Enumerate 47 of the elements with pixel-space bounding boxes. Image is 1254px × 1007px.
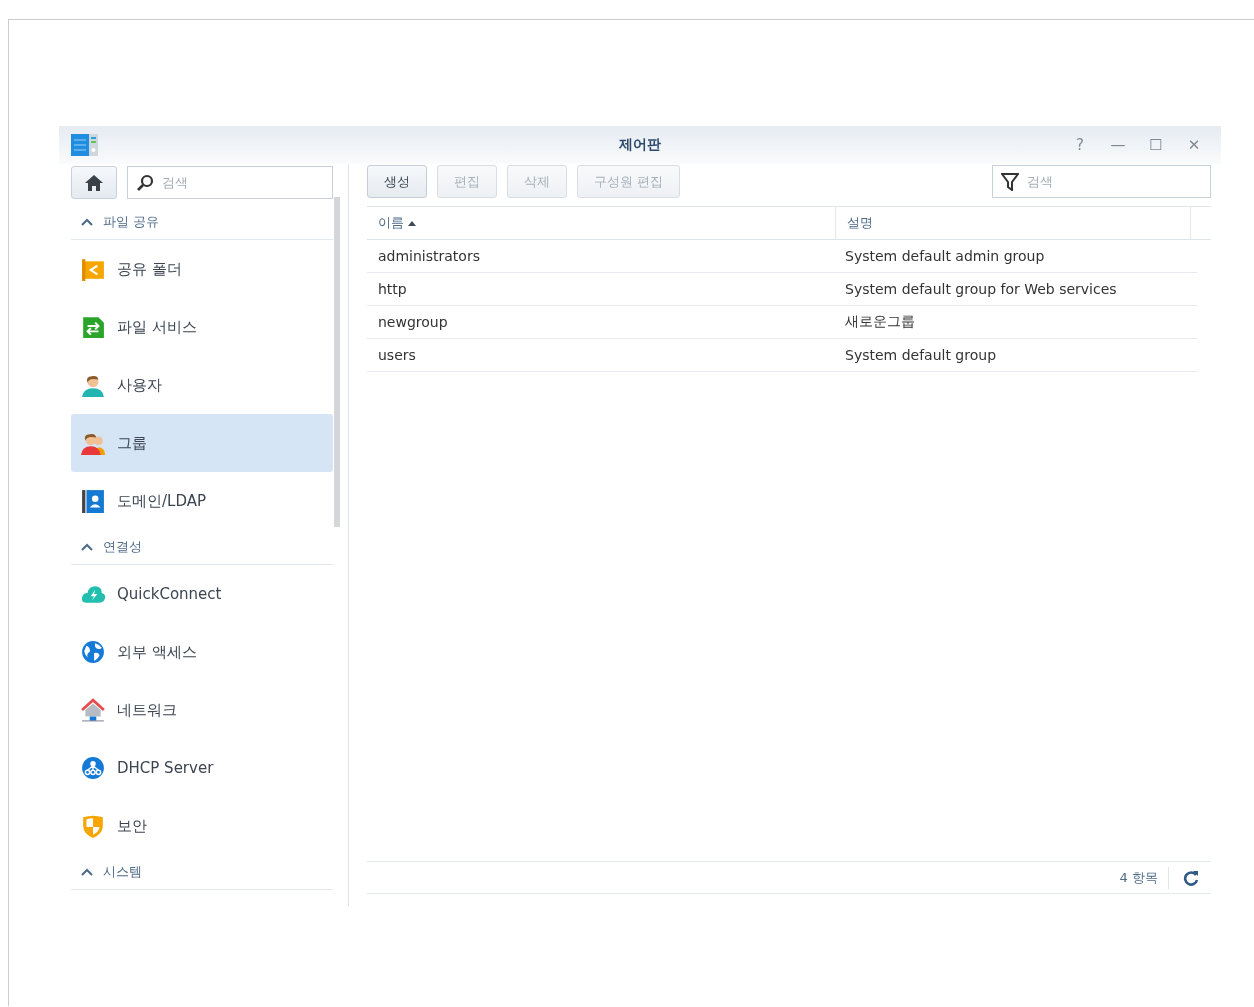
file-transfer-icon <box>81 315 105 339</box>
collapse-caret-icon[interactable] <box>81 868 93 876</box>
filter-icon <box>1001 173 1019 191</box>
sidebar-item[interactable]: 보안 <box>71 797 333 855</box>
section-header: 시스템 <box>103 863 142 881</box>
table-cell-text: users <box>377 347 417 363</box>
sidebar-item[interactable]: 파일 서비스 <box>71 298 333 356</box>
table-cell-text: System default admin group <box>844 248 1046 264</box>
section-header: 파일 공유 <box>103 213 160 231</box>
refresh-icon <box>1183 869 1199 886</box>
sidebar-item[interactable]: 그룹 <box>71 414 333 472</box>
user-icon <box>81 373 105 397</box>
sidebar-item[interactable]: DHCP Server <box>71 739 333 797</box>
sidebar-item[interactable]: 공유 폴더 <box>71 240 333 298</box>
sidebar-item[interactable]: QuickConnect <box>71 565 333 623</box>
sidebar-item[interactable]: 외부 액세스 <box>71 623 333 681</box>
column-header[interactable]: 설명 <box>836 207 1191 239</box>
table-cell-text: System default group for Web services <box>844 281 1118 297</box>
item-count: 4 항목 <box>1119 866 1169 889</box>
collapse-caret-icon[interactable] <box>81 543 93 551</box>
toolbar-button[interactable]: 생성 <box>367 165 427 198</box>
table-cell-text: administrators <box>377 248 481 264</box>
table-cell-text: newgroup <box>377 314 449 330</box>
search-icon <box>136 174 154 192</box>
sidebar-item[interactable]: 도메인/LDAP <box>71 472 333 530</box>
shared-folder-icon <box>81 257 105 281</box>
home-icon <box>84 173 104 192</box>
table-cell-text: System default group <box>844 347 998 363</box>
network-node-icon <box>81 756 105 780</box>
section-header: 연결성 <box>103 538 142 556</box>
sidebar-item[interactable]: 네트워크 <box>71 681 333 739</box>
scrollbar[interactable] <box>334 197 340 527</box>
window-title: 제어판 <box>619 136 661 152</box>
column-header[interactable]: 이름 <box>367 207 836 239</box>
group-icon <box>81 431 105 455</box>
home-button[interactable] <box>71 166 117 199</box>
sidebar-item[interactable]: 사용자 <box>71 356 333 414</box>
search-field[interactable]: 검색 <box>127 166 333 199</box>
app-logo-icon <box>71 133 99 157</box>
table-cell-text: 새로운그룹 <box>844 313 916 331</box>
filter-field[interactable]: 검색 <box>992 165 1211 198</box>
contact-card-icon <box>81 489 105 513</box>
shield-icon <box>81 814 105 838</box>
globe-icon <box>81 640 105 664</box>
house-network-icon <box>81 698 105 722</box>
collapse-caret-icon[interactable] <box>81 218 93 226</box>
table-cell-text: http <box>377 281 408 297</box>
